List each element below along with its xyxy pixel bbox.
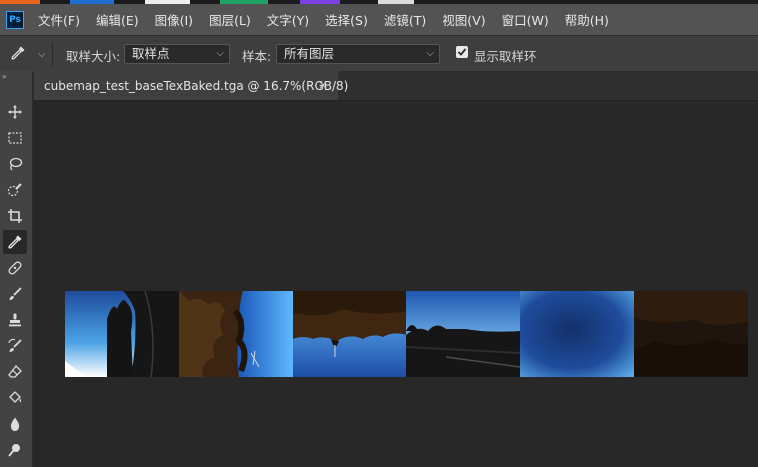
cubemap-face-2 — [178, 291, 293, 377]
sample-select[interactable]: 所有图层 ⌵ — [276, 44, 440, 64]
cubemap-face-1 — [65, 291, 179, 377]
clone-stamp-tool-icon[interactable] — [3, 308, 27, 332]
options-divider — [52, 42, 53, 66]
menu-edit[interactable]: 编辑(E) — [96, 10, 139, 29]
photoshop-logo-icon[interactable]: Ps — [6, 10, 24, 29]
close-icon[interactable]: × — [318, 78, 328, 92]
cubemap-face-6 — [634, 291, 748, 377]
document-tab-bar: cubemap_test_baseTexBaked.tga @ 16.7%(RG… — [34, 71, 758, 101]
tools-panel: » — [0, 71, 33, 467]
lasso-tool-icon[interactable] — [3, 152, 27, 176]
show-sampling-ring-label: 显示取样环 — [474, 49, 537, 64]
eyedropper-icon[interactable] — [10, 45, 26, 61]
sample-size-label: 取样大小: — [66, 49, 121, 64]
move-tool-icon[interactable] — [3, 100, 27, 124]
document-tab[interactable]: cubemap_test_baseTexBaked.tga @ 16.7%(RG… — [34, 71, 348, 100]
cubemap-face-3 — [292, 291, 407, 377]
eraser-tool-icon[interactable] — [3, 360, 27, 384]
crop-tool-icon[interactable] — [3, 204, 27, 228]
tool-preset-chevron-down-icon[interactable]: ⌵ — [38, 49, 46, 60]
marquee-tool-icon[interactable] — [3, 126, 27, 150]
menu-help[interactable]: 帮助(H) — [565, 10, 609, 29]
sample-size-select[interactable]: 取样点 ⌵ — [124, 44, 230, 64]
cubemap-face-4 — [406, 291, 521, 377]
sample-value: 所有图层 — [284, 46, 335, 61]
paint-bucket-tool-icon[interactable] — [3, 386, 27, 410]
menu-image[interactable]: 图像(I) — [155, 10, 193, 29]
chevron-down-icon: ⌵ — [216, 48, 224, 59]
menu-type[interactable]: 文字(Y) — [267, 10, 309, 29]
chevron-down-icon: ⌵ — [426, 48, 434, 59]
show-sampling-ring-checkbox[interactable] — [456, 46, 468, 58]
checkmark-icon — [457, 48, 467, 56]
menu-window[interactable]: 窗口(W) — [502, 10, 549, 29]
cubemap-image — [65, 291, 748, 377]
menu-layer[interactable]: 图层(L) — [209, 10, 251, 29]
dodge-tool-icon[interactable] — [3, 438, 27, 462]
quick-selection-tool-icon[interactable] — [3, 178, 27, 202]
options-bar: ⌵ 取样大小: 取样点 ⌵ 样本: 所有图层 ⌵ 显示取样环 — [0, 35, 758, 72]
menu-filter[interactable]: 滤镜(T) — [384, 10, 426, 29]
menu-view[interactable]: 视图(V) — [442, 10, 485, 29]
healing-brush-tool-icon[interactable] — [3, 256, 27, 280]
eyedropper-tool-icon[interactable] — [3, 230, 27, 254]
menu-file[interactable]: 文件(F) — [38, 10, 80, 29]
blur-tool-icon[interactable] — [3, 412, 27, 436]
menu-bar: Ps 文件(F) 编辑(E) 图像(I) 图层(L) 文字(Y) 选择(S) 滤… — [0, 4, 758, 35]
collapse-panel-icon[interactable]: » — [2, 72, 7, 81]
sample-size-value: 取样点 — [132, 46, 170, 61]
document-canvas[interactable] — [33, 101, 758, 467]
brush-tool-icon[interactable] — [3, 282, 27, 306]
menu-select[interactable]: 选择(S) — [325, 10, 368, 29]
cubemap-face-5 — [520, 291, 635, 377]
document-tab-title: cubemap_test_baseTexBaked.tga @ 16.7%(RG… — [44, 79, 349, 93]
history-brush-tool-icon[interactable] — [3, 334, 27, 358]
sample-label: 样本: — [242, 49, 272, 64]
